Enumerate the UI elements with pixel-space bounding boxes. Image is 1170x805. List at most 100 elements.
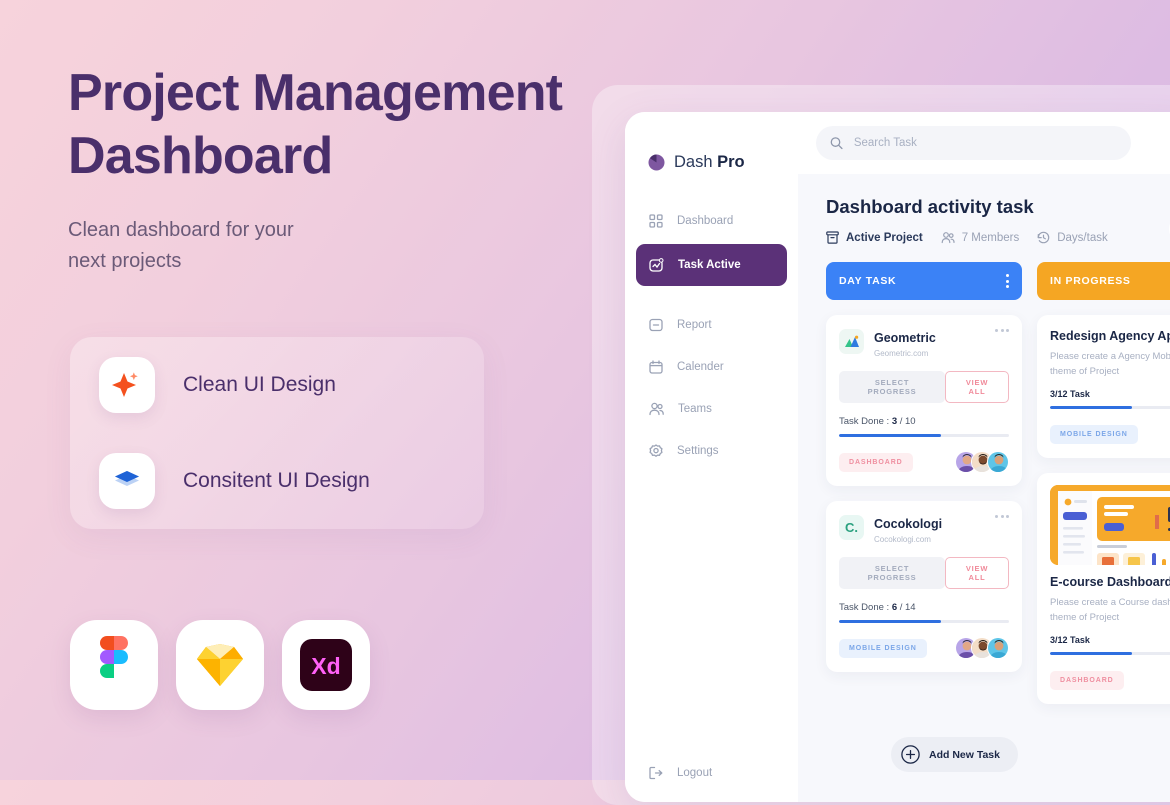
card-url: Geometric.com: [874, 349, 929, 358]
dashboard-window: Dash Pro Dashboard Task Active Report Ca…: [625, 112, 1170, 802]
tool-logos: Xd: [70, 620, 370, 710]
plus-circle-icon: [901, 745, 920, 764]
geometric-logo-icon: [839, 329, 864, 354]
title-line-1: Project Management: [68, 64, 563, 122]
sidebar-item-label: Report: [677, 319, 712, 331]
task-card-redesign-agency-app[interactable]: Redesign Agency App Please create a Agen…: [1037, 315, 1170, 458]
sidebar: Dash Pro Dashboard Task Active Report Ca…: [625, 112, 798, 802]
progress-bar: [1050, 652, 1170, 655]
add-new-task-button[interactable]: Add New Task: [891, 737, 1018, 772]
avatar: [987, 637, 1009, 659]
task-card-ecourse-dashboard[interactable]: E-course Dashboard Please create a Cours…: [1037, 473, 1170, 704]
meta-members[interactable]: 7 Members: [941, 231, 1020, 244]
card-header: C. Cocokologi Cocokologi.com: [839, 515, 1009, 544]
search-input[interactable]: [853, 137, 1117, 149]
meta-label: Days/task: [1057, 231, 1108, 244]
sidebar-item-settings[interactable]: Settings: [636, 432, 787, 470]
ecourse-thumbnail-image: [1050, 485, 1170, 565]
members-icon: [941, 232, 955, 244]
moon-icon: [648, 154, 665, 171]
card-footer: MOBILE DESIGN: [839, 637, 1009, 659]
task-card-cocokologi[interactable]: C. Cocokologi Cocokologi.com SELECT PROG…: [826, 501, 1022, 672]
task-columns: DAY TASK Geometric Geometric.com SELECT …: [798, 244, 1170, 704]
report-icon: [649, 318, 663, 332]
main-content: Dashboard activity task Active Project 7…: [798, 112, 1170, 802]
view-all-button[interactable]: VIEW ALL: [945, 557, 1009, 589]
card-name-block: Geometric Geometric.com: [874, 329, 995, 358]
task-done-label: Task Done : 6 / 14: [839, 602, 1009, 613]
activity-header: Dashboard activity task Active Project 7…: [798, 174, 1170, 244]
column-header-in-progress[interactable]: IN PROGRESS: [1037, 262, 1170, 300]
card-title: Redesign Agency App: [1050, 329, 1170, 343]
sidebar-item-report[interactable]: Report: [636, 306, 787, 344]
card-url: Cocokologi.com: [874, 535, 931, 544]
column-menu-icon[interactable]: [1006, 274, 1009, 288]
column-title: IN PROGRESS: [1050, 275, 1131, 287]
promo-subtitle: Clean dashboard for your next projects: [68, 215, 608, 277]
add-task-label: Add New Task: [929, 748, 1000, 761]
view-all-button[interactable]: VIEW ALL: [945, 371, 1009, 403]
card-menu-icon[interactable]: [995, 515, 1009, 518]
card-tag[interactable]: MOBILE DESIGN: [839, 638, 927, 658]
card-title: Cocokologi: [874, 517, 943, 531]
column-in-progress: IN PROGRESS Redesign Agency App Please c…: [1037, 262, 1170, 704]
sidebar-divider: [625, 290, 798, 302]
sidebar-item-teams[interactable]: Teams: [636, 390, 787, 428]
sidebar-item-dashboard[interactable]: Dashboard: [636, 202, 787, 240]
card-menu-icon[interactable]: [995, 329, 1009, 332]
select-progress-button[interactable]: SELECT PROGRESS: [839, 557, 946, 589]
brand-second: Pro: [717, 153, 745, 171]
brand-name: Dash Pro: [674, 153, 745, 172]
column-title: DAY TASK: [839, 275, 897, 287]
progress-bar: [839, 620, 1009, 623]
logout-button[interactable]: Logout: [636, 766, 712, 780]
header-meta-row: Active Project 7 Members Days/task: [826, 231, 1170, 244]
task-card-geometric[interactable]: Geometric Geometric.com SELECT PROGRESS …: [826, 315, 1022, 486]
card-footer: MOBILE DESIGN: [1050, 423, 1170, 445]
task-count: 3/12 Task: [1050, 635, 1090, 645]
task-done-text: Task Done :: [839, 602, 892, 613]
calendar-icon: [649, 360, 663, 374]
topbar: [798, 112, 1170, 174]
card-header: Geometric Geometric.com: [839, 329, 1009, 358]
card-tag[interactable]: DASHBOARD: [839, 452, 913, 472]
svg-text:Xd: Xd: [311, 653, 340, 679]
page-title: Project Management Dashboard: [68, 62, 608, 188]
title-line-2: Dashboard: [68, 127, 333, 185]
card-tag[interactable]: MOBILE DESIGN: [1050, 424, 1138, 444]
card-avatar-group[interactable]: [955, 637, 1009, 659]
card-title: Geometric: [874, 331, 936, 345]
sidebar-item-task-active[interactable]: Task Active: [636, 244, 787, 286]
task-done-text: Task Done :: [839, 416, 892, 427]
meta-active-project[interactable]: Active Project: [826, 231, 923, 244]
feature-label: Consitent UI Design: [183, 469, 370, 492]
card-footer: DASHBOARD: [1050, 669, 1170, 691]
card-actions: SELECT PROGRESS VIEW ALL: [839, 557, 1009, 589]
feature-list-card: Clean UI Design Consitent UI Design: [70, 337, 484, 529]
feature-label: Clean UI Design: [183, 373, 336, 396]
card-description: Please create a Agency Mobile with the t…: [1050, 351, 1170, 377]
task-total-count: / 10: [897, 416, 916, 427]
feature-item-clean-ui: Clean UI Design: [70, 337, 484, 433]
select-progress-button[interactable]: SELECT PROGRESS: [839, 371, 946, 403]
card-actions: SELECT PROGRESS VIEW ALL: [839, 371, 1009, 403]
sidebar-item-calender[interactable]: Calender: [636, 348, 787, 386]
meta-label: 7 Members: [961, 231, 1020, 244]
header-title: Dashboard activity task: [826, 196, 1034, 217]
archive-icon: [826, 231, 839, 244]
logout-icon: [649, 766, 663, 780]
column-header-day-task[interactable]: DAY TASK: [826, 262, 1022, 300]
feature-item-consistent-ui: Consitent UI Design: [70, 433, 484, 529]
subtitle-line-2: next projects: [68, 250, 182, 272]
sidebar-item-label: Dashboard: [677, 215, 734, 227]
grid-icon: [649, 214, 663, 228]
column-day-task: DAY TASK Geometric Geometric.com SELECT …: [826, 262, 1022, 704]
search-bar[interactable]: [816, 126, 1131, 160]
sparkle-icon: [99, 357, 155, 413]
task-count: 3/12 Task: [1050, 389, 1090, 399]
card-avatar-group[interactable]: [955, 451, 1009, 473]
meta-days-task[interactable]: Days/task: [1037, 231, 1108, 244]
card-tag[interactable]: DASHBOARD: [1050, 670, 1124, 690]
task-total-count: / 14: [897, 602, 916, 613]
task-done-label: Task Done : 3 / 10: [839, 416, 1009, 427]
